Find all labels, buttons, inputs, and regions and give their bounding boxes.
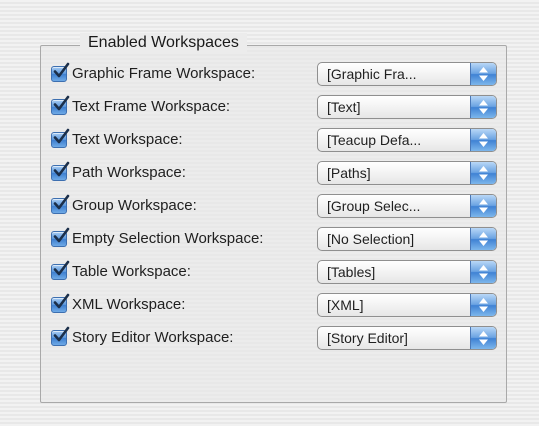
row-empty-selection-workspace: Empty Selection Workspace: [No Selection… bbox=[51, 226, 501, 259]
xml-workspace-checkbox[interactable] bbox=[51, 293, 70, 313]
checkmark-icon bbox=[53, 326, 70, 342]
table-workspace-label: Table Workspace: bbox=[72, 263, 191, 280]
row-graphic-frame-workspace: Graphic Frame Workspace: [Graphic Fra... bbox=[51, 61, 501, 94]
row-table-workspace: Table Workspace: [Tables] bbox=[51, 259, 501, 292]
up-down-arrows-icon bbox=[479, 100, 488, 114]
row-path-workspace: Path Workspace: [Paths] bbox=[51, 160, 501, 193]
checkmark-icon bbox=[53, 62, 70, 78]
empty-selection-workspace-label: Empty Selection Workspace: bbox=[72, 230, 264, 247]
path-workspace-checkbox[interactable] bbox=[51, 161, 70, 181]
workspace-list: Graphic Frame Workspace: [Graphic Fra...… bbox=[51, 61, 501, 358]
text-workspace-popup[interactable]: [Teacup Defa... bbox=[317, 128, 497, 152]
text-frame-workspace-popup[interactable]: [Text] bbox=[317, 95, 497, 119]
group-workspace-label: Group Workspace: bbox=[72, 197, 197, 214]
checkmark-icon bbox=[53, 194, 70, 210]
graphic-frame-workspace-popup[interactable]: [Graphic Fra... bbox=[317, 62, 497, 86]
checkmark-icon bbox=[53, 161, 70, 177]
checkmark-icon bbox=[53, 95, 70, 111]
popup-arrows bbox=[470, 162, 496, 184]
popup-value: [XML] bbox=[327, 297, 364, 313]
popup-arrows bbox=[470, 63, 496, 85]
up-down-arrows-icon bbox=[479, 298, 488, 312]
popup-arrows bbox=[470, 327, 496, 349]
popup-arrows bbox=[470, 129, 496, 151]
story-editor-workspace-popup[interactable]: [Story Editor] bbox=[317, 326, 497, 350]
row-story-editor-workspace: Story Editor Workspace: [Story Editor] bbox=[51, 325, 501, 358]
up-down-arrows-icon bbox=[479, 133, 488, 147]
empty-selection-workspace-popup[interactable]: [No Selection] bbox=[317, 227, 497, 251]
story-editor-workspace-checkbox[interactable] bbox=[51, 326, 70, 346]
popup-arrows bbox=[470, 261, 496, 283]
table-workspace-popup[interactable]: [Tables] bbox=[317, 260, 497, 284]
text-frame-workspace-label: Text Frame Workspace: bbox=[72, 98, 231, 115]
row-group-workspace: Group Workspace: [Group Selec... bbox=[51, 193, 501, 226]
popup-value: [Text] bbox=[327, 99, 361, 115]
up-down-arrows-icon bbox=[479, 265, 488, 279]
up-down-arrows-icon bbox=[479, 166, 488, 180]
popup-value: [Graphic Fra... bbox=[327, 66, 417, 82]
popup-arrows bbox=[470, 96, 496, 118]
popup-arrows bbox=[470, 294, 496, 316]
text-workspace-checkbox[interactable] bbox=[51, 128, 70, 148]
popup-value: [Teacup Defa... bbox=[327, 132, 422, 148]
checkmark-icon bbox=[53, 260, 70, 276]
empty-selection-workspace-checkbox[interactable] bbox=[51, 227, 70, 247]
path-workspace-label: Path Workspace: bbox=[72, 164, 186, 181]
up-down-arrows-icon bbox=[479, 232, 488, 246]
up-down-arrows-icon bbox=[479, 67, 488, 81]
xml-workspace-popup[interactable]: [XML] bbox=[317, 293, 497, 317]
row-text-frame-workspace: Text Frame Workspace: [Text] bbox=[51, 94, 501, 127]
popup-arrows bbox=[470, 228, 496, 250]
xml-workspace-label: XML Workspace: bbox=[72, 296, 186, 313]
path-workspace-popup[interactable]: [Paths] bbox=[317, 161, 497, 185]
checkmark-icon bbox=[53, 128, 70, 144]
graphic-frame-workspace-label: Graphic Frame Workspace: bbox=[72, 65, 256, 82]
group-workspace-checkbox[interactable] bbox=[51, 194, 70, 214]
popup-value: [Story Editor] bbox=[327, 330, 408, 346]
graphic-frame-workspace-checkbox[interactable] bbox=[51, 62, 70, 82]
popup-value: [No Selection] bbox=[327, 231, 415, 247]
text-frame-workspace-checkbox[interactable] bbox=[51, 95, 70, 115]
group-workspace-popup[interactable]: [Group Selec... bbox=[317, 194, 497, 218]
row-text-workspace: Text Workspace: [Teacup Defa... bbox=[51, 127, 501, 160]
up-down-arrows-icon bbox=[479, 199, 488, 213]
checkmark-icon bbox=[53, 227, 70, 243]
row-xml-workspace: XML Workspace: [XML] bbox=[51, 292, 501, 325]
popup-value: [Tables] bbox=[327, 264, 376, 280]
table-workspace-checkbox[interactable] bbox=[51, 260, 70, 280]
up-down-arrows-icon bbox=[479, 331, 488, 345]
group-title: Enabled Workspaces bbox=[80, 33, 247, 53]
popup-value: [Paths] bbox=[327, 165, 371, 181]
checkmark-icon bbox=[53, 293, 70, 309]
popup-value: [Group Selec... bbox=[327, 198, 421, 214]
story-editor-workspace-label: Story Editor Workspace: bbox=[72, 329, 234, 346]
text-workspace-label: Text Workspace: bbox=[72, 131, 183, 148]
popup-arrows bbox=[470, 195, 496, 217]
